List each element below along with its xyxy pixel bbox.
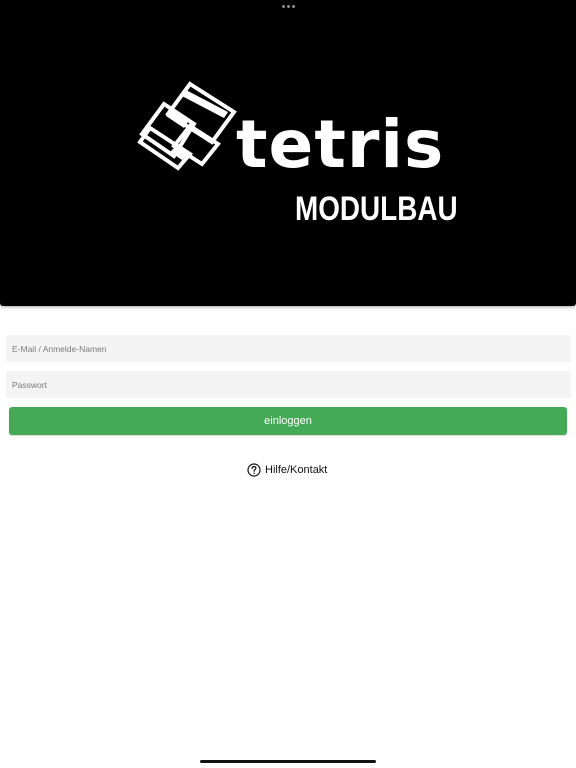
logo-subtitle: MODULBAU: [295, 190, 458, 228]
password-input[interactable]: [6, 371, 571, 398]
login-button[interactable]: einloggen: [9, 407, 567, 435]
login-screen: tetris MODULBAU einloggen Hilfe/Kontakt: [0, 0, 576, 768]
email-input[interactable]: [6, 335, 571, 362]
question-circle-icon: [247, 463, 261, 477]
logo-wordmark: tetris: [236, 106, 445, 183]
help-contact-link[interactable]: Hilfe/Kontakt: [247, 463, 327, 477]
multitasking-dots-icon[interactable]: [282, 5, 295, 8]
header-banner: tetris MODULBAU: [0, 0, 576, 306]
home-indicator[interactable]: [200, 760, 376, 763]
help-contact-label: Hilfe/Kontakt: [265, 464, 328, 476]
